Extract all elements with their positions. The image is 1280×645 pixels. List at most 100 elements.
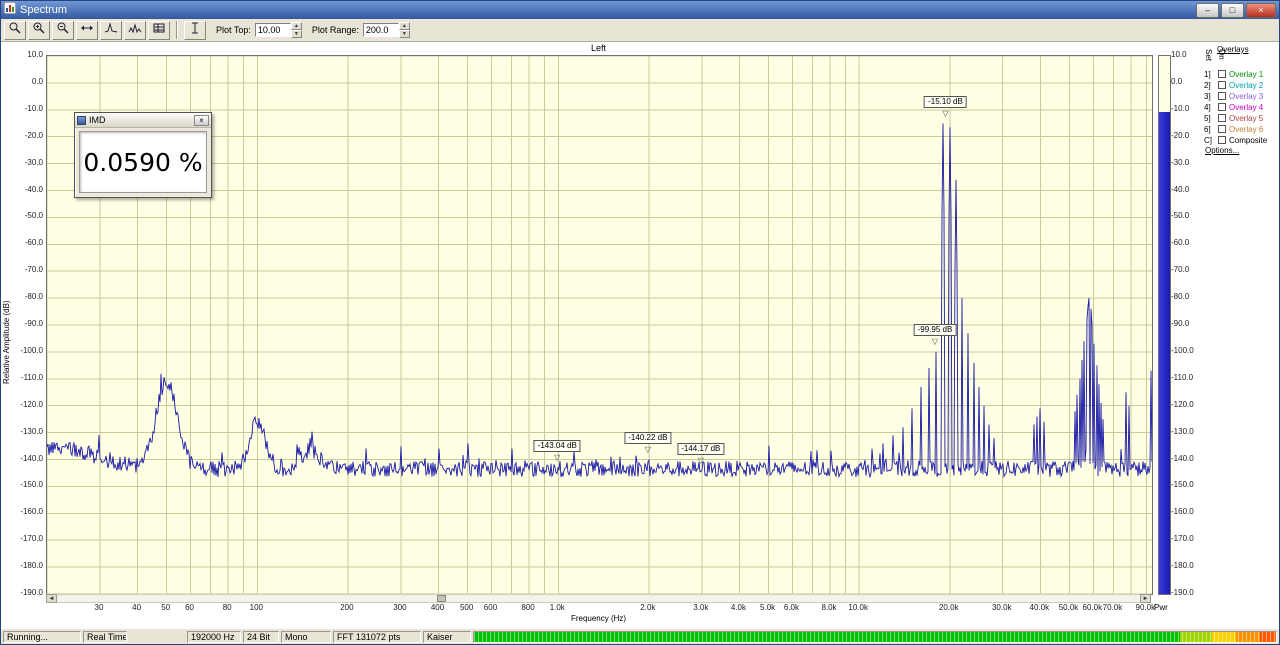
imd-window[interactable]: IMD × 0.0590 %: [74, 112, 212, 198]
marker-line-icon: [188, 21, 202, 40]
y-tick-label: -150.0: [20, 480, 43, 490]
zoom-in-button[interactable]: [28, 20, 50, 40]
plot-range-input[interactable]: 200.0: [362, 23, 399, 37]
imd-value: 0.0590 %: [79, 131, 207, 193]
x-tick-label: 10.0k: [848, 603, 868, 612]
y-tick-label: -80.0: [1171, 292, 1190, 302]
scrollbar-thumb[interactable]: [437, 595, 446, 602]
overlay-on-checkbox[interactable]: [1218, 70, 1226, 78]
overlay-label: Overlay 6: [1229, 124, 1264, 134]
overlay-set-button[interactable]: 2]: [1204, 81, 1215, 90]
y-tick-label: 0.0: [31, 76, 43, 86]
zoom-full-span-button[interactable]: [76, 20, 98, 40]
scrollbar-track[interactable]: [57, 594, 1140, 603]
window-controls: – □ ×: [1196, 2, 1276, 18]
overlay-row: 5] Overlay 5: [1204, 113, 1263, 123]
y-tick-label: -190.0: [20, 588, 43, 597]
status-field: FFT 131072 pts: [333, 630, 421, 643]
toolbar: Plot Top: 10.00 ▲ ▼ Plot Range: 200.0 ▲ ▼: [1, 19, 1279, 42]
marker-tool-button[interactable]: [184, 20, 206, 40]
x-tick-label: 300: [393, 603, 407, 612]
status-field: 192000 Hz: [187, 630, 241, 643]
minimize-button[interactable]: –: [1196, 2, 1219, 18]
overlay-on-checkbox[interactable]: [1218, 136, 1226, 144]
plot-top-up-button[interactable]: ▲: [290, 22, 302, 30]
x-tick-label: 40: [132, 603, 142, 612]
y-tick-label: -30.0: [24, 157, 43, 167]
overlay-on-checkbox[interactable]: [1218, 114, 1226, 122]
y-tick-label: -60.0: [24, 238, 43, 248]
peak-curve-button[interactable]: [100, 20, 122, 40]
overlay-set-button[interactable]: C]: [1204, 136, 1215, 145]
scroll-right-button[interactable]: ►: [1140, 594, 1151, 603]
overlay-set-button[interactable]: 4]: [1204, 103, 1215, 112]
close-button[interactable]: ×: [1246, 2, 1276, 18]
y-tick-label: -50.0: [24, 211, 43, 221]
overlay-on-checkbox[interactable]: [1218, 125, 1226, 133]
x-axis-labels: 30 40 50 60 80 100 200 300 400 500 600 800 1.0k 2.0k 3…: [1, 603, 1279, 613]
overlay-label: Composite: [1229, 135, 1268, 145]
y-tick-label: -100.0: [1171, 345, 1194, 355]
y-tick-label: -180.0: [1171, 561, 1194, 571]
x-tick-label: 600: [483, 603, 498, 612]
y-tick-label: -50.0: [1171, 211, 1190, 221]
y-tick-label: -90.0: [24, 319, 43, 328]
overlay-on-checkbox[interactable]: [1218, 81, 1226, 89]
maximize-button[interactable]: □: [1221, 2, 1244, 18]
plot-panel: Left Relative Amplitude (dB) 10.0 0.0 -10.…: [1, 42, 1279, 628]
zoom-out-button[interactable]: [52, 20, 74, 40]
overlay-row: 1] Overlay 1: [1204, 69, 1263, 79]
y-tick-label: 10.0: [27, 50, 43, 59]
overlay-label: Overlay 2: [1229, 80, 1264, 90]
status-field: Running...: [3, 630, 81, 643]
x-tick-label: 30: [94, 603, 104, 612]
level-progress-bar: [473, 630, 1277, 643]
y-tick-label: -60.0: [1171, 238, 1190, 248]
plot-range-spinbox: 200.0 ▲ ▼: [362, 22, 410, 38]
overlay-label: Overlay 5: [1229, 113, 1264, 123]
overlay-set-button[interactable]: 5]: [1204, 114, 1215, 123]
overlay-set-button[interactable]: 1]: [1204, 70, 1215, 79]
power-meter-fill: [1159, 112, 1170, 594]
magnifier-icon: [8, 21, 22, 40]
plot-top-input[interactable]: 10.00: [254, 23, 291, 37]
x-tick-label: 50.0k: [1058, 603, 1079, 612]
y-tick-label: -170.0: [20, 534, 43, 544]
horizontal-arrows-icon: [80, 21, 94, 40]
plot-area[interactable]: [46, 55, 1153, 595]
dual-peak-icon: [128, 21, 142, 40]
y-tick-label: -10.0: [1171, 103, 1190, 113]
zoom-tool-button[interactable]: [4, 20, 26, 40]
imd-window-icon: [77, 115, 86, 125]
imd-window-title: IMD: [89, 115, 106, 125]
y-tick-label: -190.0: [1171, 588, 1194, 597]
x-tick-label: 100: [249, 603, 264, 612]
x-tick-label: 5.0k: [760, 603, 776, 612]
imd-titlebar[interactable]: IMD ×: [75, 113, 211, 128]
x-tick-label: 30.0k: [991, 603, 1012, 612]
plot-top-down-button[interactable]: ▼: [290, 30, 302, 38]
y-tick-label: -20.0: [1171, 130, 1190, 140]
app-icon: [3, 1, 17, 19]
overlay-row: 4] Overlay 4: [1204, 102, 1263, 112]
overlay-set-button[interactable]: 6]: [1204, 125, 1215, 134]
overlays-options-link[interactable]: Options...: [1205, 146, 1239, 155]
spectrum-window: Spectrum – □ × Plot Top: 10.00 ▲ ▼ Plot R…: [0, 0, 1280, 645]
y-tick-label: -70.0: [1171, 265, 1190, 275]
plot-h-scrollbar[interactable]: ◄ ►: [46, 594, 1151, 603]
x-tick-label: 800: [521, 603, 535, 612]
overlay-on-checkbox[interactable]: [1218, 92, 1226, 100]
y-tick-label: -170.0: [1171, 534, 1194, 544]
scroll-left-button[interactable]: ◄: [46, 594, 57, 603]
multi-peak-curve-button[interactable]: [124, 20, 146, 40]
overlays-col-on: On: [1217, 49, 1226, 60]
plot-range-down-button[interactable]: ▼: [398, 30, 410, 38]
data-grid-button[interactable]: [148, 20, 170, 40]
imd-body: 0.0590 %: [79, 131, 207, 193]
plot-range-up-button[interactable]: ▲: [398, 22, 410, 30]
imd-close-button[interactable]: ×: [194, 114, 209, 126]
overlay-on-checkbox[interactable]: [1218, 103, 1226, 111]
titlebar[interactable]: Spectrum – □ ×: [1, 1, 1279, 19]
x-tick-label: 20.0k: [938, 603, 959, 612]
overlay-set-button[interactable]: 3]: [1204, 92, 1215, 101]
